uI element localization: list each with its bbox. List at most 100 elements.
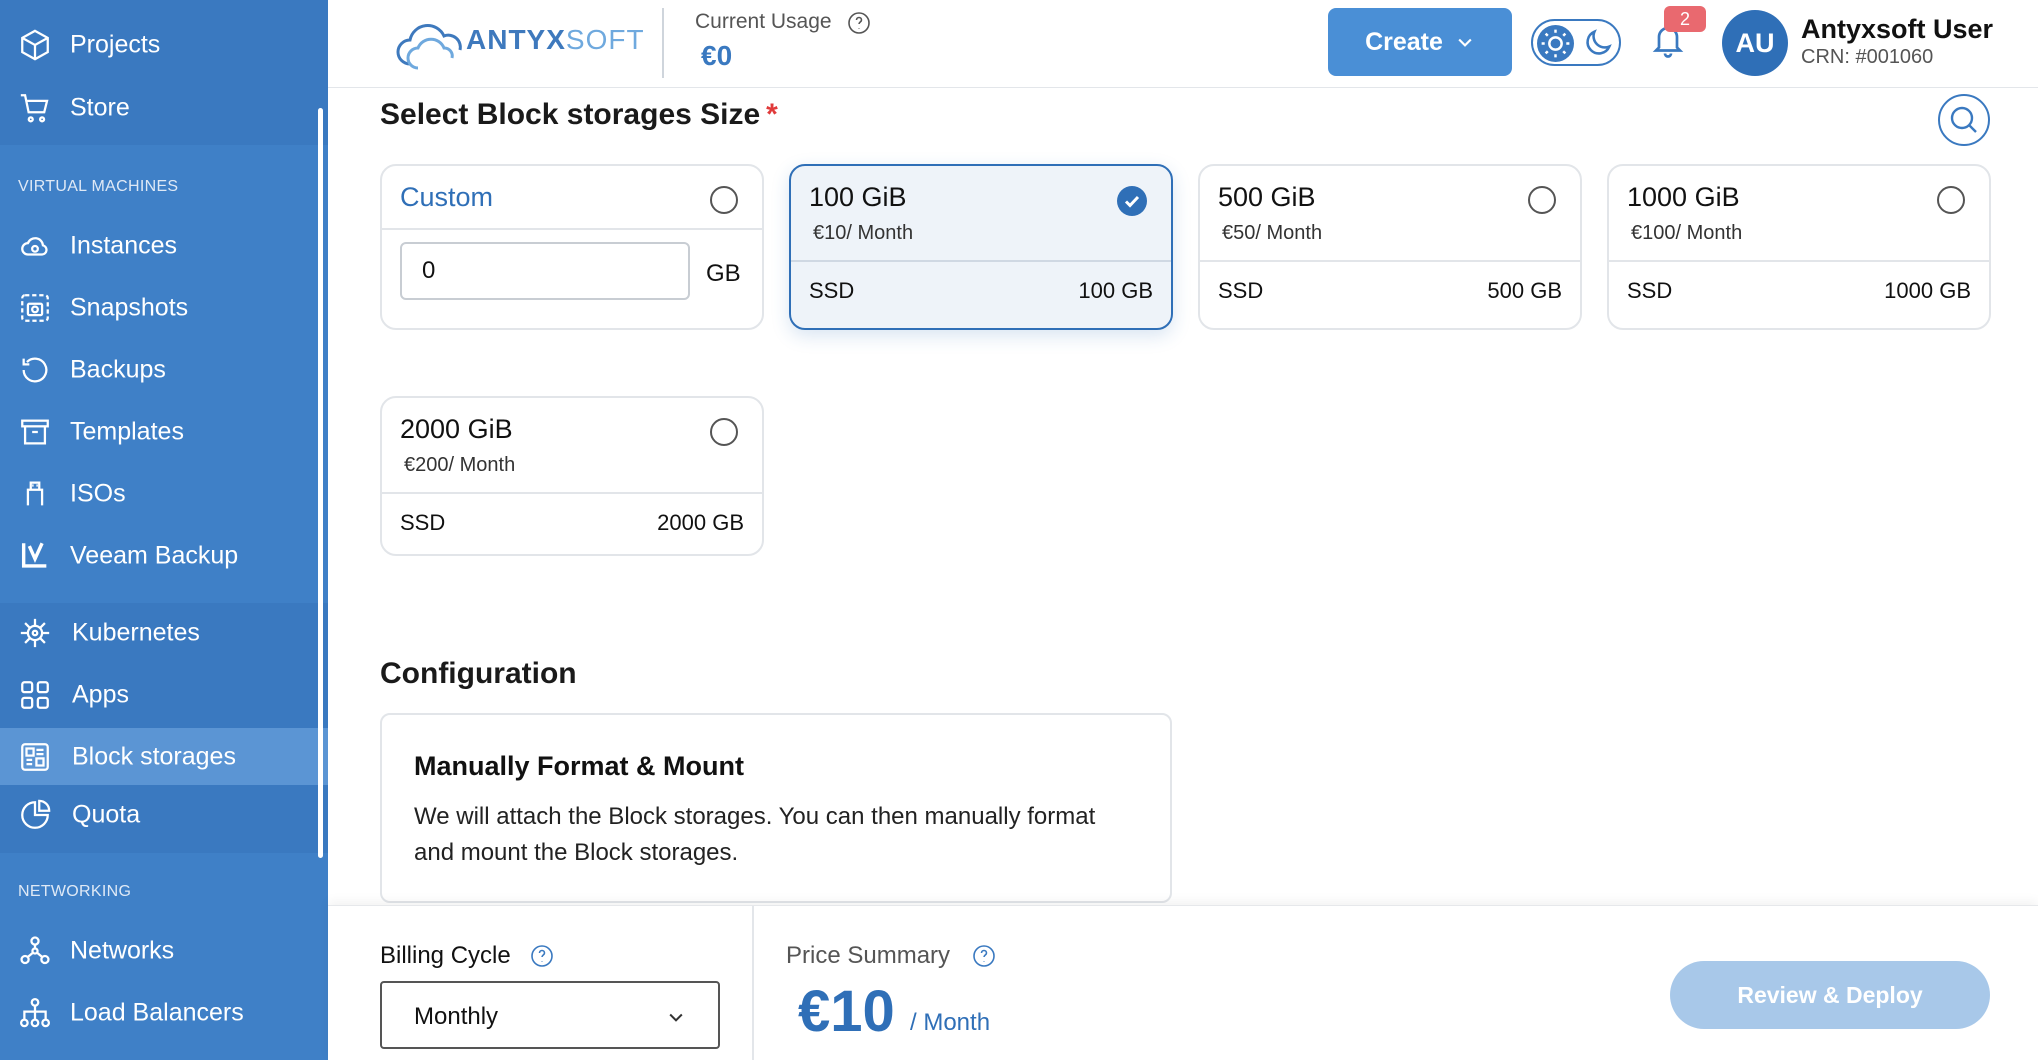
sidebar-item-label: Load Balancers	[70, 998, 244, 1027]
sidebar-item-label: Networks	[70, 936, 175, 965]
size-card-price: €100/ Month	[1631, 222, 1743, 244]
sidebar-scrollbar[interactable]	[318, 108, 323, 858]
sidebar-item-backups[interactable]: Backups	[0, 341, 328, 399]
notification-badge: 2	[1664, 6, 1706, 32]
review-deploy-button[interactable]: Review & Deploy	[1670, 961, 1990, 1029]
pie-chart-icon	[21, 799, 51, 829]
config-option-title: Manually Format & Mount	[414, 751, 744, 781]
sidebar-item-kubernetes[interactable]: Kubernetes	[0, 604, 328, 662]
sidebar-item-label: Instances	[70, 231, 178, 260]
size-card-type: SSD	[1218, 278, 1264, 303]
help-icon[interactable]	[530, 944, 554, 968]
check-icon	[1124, 195, 1140, 208]
veeam-icon	[21, 542, 47, 568]
sidebar-item-label: Apps	[72, 680, 129, 709]
sidebar-item-label: Block storages	[72, 742, 236, 770]
sidebar-item-snapshots[interactable]: Snapshots	[0, 279, 328, 337]
chevron-down-icon	[1458, 38, 1472, 47]
sidebar-item-isos[interactable]: ISOs	[0, 465, 328, 523]
logo-text: ANTYXSOFT	[466, 24, 645, 55]
top-header: ANTYXSOFT Current Usage €0 Create 2 AU A…	[328, 0, 2038, 88]
custom-size-input[interactable]	[400, 242, 690, 300]
archive-icon	[21, 419, 49, 445]
price-summary-label: Price Summary	[786, 942, 951, 969]
size-card-name: 100 GiB	[809, 182, 907, 212]
sidebar-item-label: Snapshots	[70, 293, 189, 322]
header-divider	[662, 8, 664, 78]
sidebar-item-projects[interactable]: Projects	[0, 16, 328, 74]
radio-1000gib[interactable]	[1937, 186, 1965, 214]
sidebar-item-label: Quota	[72, 800, 141, 829]
helm-icon	[20, 618, 50, 648]
user-name[interactable]: Antyxsoft User	[1801, 14, 1993, 45]
apps-grid-icon	[21, 681, 49, 709]
size-card-custom[interactable]: Custom GB	[380, 164, 764, 330]
size-card-type: SSD	[400, 510, 446, 535]
size-card-type: SSD	[809, 278, 855, 303]
footer-divider	[752, 906, 754, 1060]
sidebar-item-apps[interactable]: Apps	[0, 666, 328, 724]
size-card-1000gib[interactable]: 1000 GiB €100/ Month SSD 1000 GB	[1607, 164, 1991, 330]
size-card-2000gib[interactable]: 2000 GiB €200/ Month SSD 2000 GB	[380, 396, 764, 556]
block-storage-icon	[21, 742, 49, 771]
create-button-label: Create	[1365, 27, 1443, 56]
size-section-title: Select Block storages Size *	[380, 98, 778, 131]
sidebar-item-networks[interactable]: Networks	[0, 922, 328, 980]
size-card-price: €10/ Month	[813, 222, 914, 244]
sidebar-item-quota[interactable]: Quota	[0, 786, 328, 844]
price-summary-unit: / Month	[910, 1009, 991, 1036]
sidebar-item-label: Projects	[70, 30, 161, 59]
config-option-manual[interactable]: Manually Format & Mount We will attach t…	[380, 713, 1172, 903]
user-crn: CRN: #001060	[1801, 46, 1934, 68]
cloud-icon	[21, 237, 48, 256]
help-icon[interactable]	[972, 944, 996, 968]
radio-500gib[interactable]	[1528, 186, 1556, 214]
billing-cycle-select[interactable]: Monthly	[380, 981, 720, 1049]
radio-checked[interactable]	[1117, 186, 1147, 216]
size-card-100gib[interactable]: 100 GiB €10/ Month SSD 100 GB	[789, 164, 1173, 330]
size-card-name: 2000 GiB	[400, 414, 513, 444]
chevron-down-icon	[669, 1013, 683, 1022]
configuration-title: Configuration	[380, 657, 577, 690]
sidebar-item-label: Kubernetes	[72, 618, 200, 647]
radio-2000gib[interactable]	[710, 418, 738, 446]
moon-icon	[1586, 29, 1612, 55]
theme-toggle[interactable]	[1531, 19, 1621, 66]
sidebar-item-label: ISOs	[70, 479, 126, 508]
billing-cycle-label: Billing Cycle	[380, 942, 511, 969]
avatar[interactable]: AU	[1722, 10, 1788, 76]
sidebar-section-title: VIRTUAL MACHINES	[18, 178, 179, 195]
sidebar-item-instances[interactable]: Instances	[0, 217, 328, 275]
sidebar-item-veeam-backup[interactable]: Veeam Backup	[0, 527, 328, 585]
create-button[interactable]: Create	[1328, 8, 1512, 76]
help-icon[interactable]	[847, 11, 871, 35]
current-usage-value: €0	[701, 40, 733, 71]
sidebar-item-templates[interactable]: Templates	[0, 403, 328, 461]
config-option-description: We will attach the Block storages. You c…	[414, 803, 1096, 866]
search-button[interactable]	[1938, 94, 1990, 146]
sidebar-section-title: NETWORKING	[18, 883, 132, 900]
network-icon	[20, 936, 50, 965]
usb-icon	[26, 481, 44, 506]
cube-icon	[21, 29, 49, 61]
size-card-500gib[interactable]: 500 GiB €50/ Month SSD 500 GB	[1198, 164, 1582, 330]
size-card-size: 500 GB	[1487, 278, 1562, 303]
deploy-footer: Billing Cycle Monthly Price Summary €10 …	[328, 905, 2038, 1060]
radio-custom[interactable]	[710, 186, 738, 214]
sidebar-item-label: Templates	[70, 417, 184, 446]
size-card-name: 500 GiB	[1218, 182, 1316, 212]
size-card-size: 2000 GB	[657, 510, 744, 535]
current-usage-label: Current Usage	[695, 10, 832, 33]
main-content: Select Block storages Size* Custom GB 10…	[328, 88, 2038, 908]
sidebar-item-label: Backups	[70, 355, 166, 384]
search-icon	[1950, 106, 1977, 133]
price-summary-value: €10	[798, 979, 895, 1044]
sidebar-item-label: Store	[70, 93, 130, 122]
sidebar-item-load-balancers[interactable]: Load Balancers	[0, 984, 328, 1042]
custom-size-label: Custom	[400, 182, 494, 212]
camera-icon	[21, 294, 49, 322]
size-card-price: €50/ Month	[1222, 222, 1323, 244]
billing-cycle-value: Monthly	[414, 1003, 499, 1030]
sidebar-item-block-storages[interactable]: Block storages	[0, 728, 328, 785]
sidebar-item-store[interactable]: Store	[0, 79, 328, 137]
